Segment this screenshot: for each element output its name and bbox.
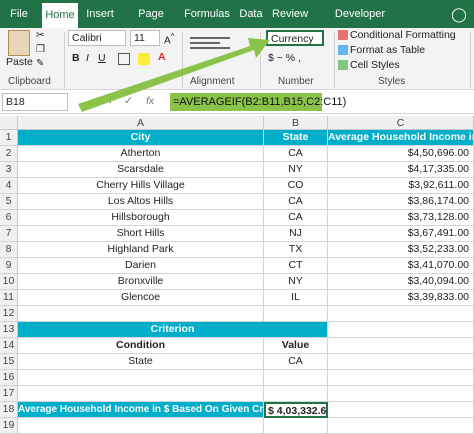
state-cell[interactable]: NY — [264, 162, 328, 178]
empty-cell[interactable] — [328, 386, 474, 402]
row-header[interactable]: 5 — [0, 194, 18, 210]
state-cell[interactable]: CA — [264, 194, 328, 210]
row-header[interactable]: 4 — [0, 178, 18, 194]
income-cell[interactable]: $3,92,611.00 — [328, 178, 474, 194]
column-header-b[interactable]: B — [264, 116, 328, 130]
empty-cell[interactable] — [264, 386, 328, 402]
state-cell[interactable]: CO — [264, 178, 328, 194]
city-cell[interactable]: Bronxville — [18, 274, 264, 290]
empty-cell[interactable] — [18, 418, 264, 434]
row-header[interactable]: 12 — [0, 306, 18, 322]
row-header[interactable]: 13 — [0, 322, 18, 338]
result-label[interactable]: Average Household Income in $ Based On G… — [18, 402, 264, 418]
empty-cell[interactable] — [328, 418, 474, 434]
state-cell[interactable]: CT — [264, 258, 328, 274]
empty-cell[interactable] — [328, 402, 474, 418]
condition-cell[interactable]: State — [18, 354, 264, 370]
city-cell[interactable]: Hillsborough — [18, 210, 264, 226]
empty-cell[interactable] — [264, 306, 328, 322]
row-header[interactable]: 11 — [0, 290, 18, 306]
income-cell[interactable]: $3,67,491.00 — [328, 226, 474, 242]
income-cell[interactable]: $3,39,833.00 — [328, 290, 474, 306]
row-header[interactable]: 7 — [0, 226, 18, 242]
income-cell[interactable]: $3,52,233.00 — [328, 242, 474, 258]
empty-cell[interactable] — [18, 306, 264, 322]
row-header[interactable]: 17 — [0, 386, 18, 402]
row-header[interactable]: 6 — [0, 210, 18, 226]
column-header-c[interactable]: C — [328, 116, 474, 130]
criterion-title[interactable]: Criterion — [18, 322, 328, 338]
city-cell[interactable]: Darien — [18, 258, 264, 274]
city-cell[interactable]: Highland Park — [18, 242, 264, 258]
header-state[interactable]: State — [264, 130, 328, 146]
empty-cell[interactable] — [328, 306, 474, 322]
income-cell[interactable]: $3,41,070.00 — [328, 258, 474, 274]
result-value-cell[interactable]: $ 4,03,332.67 — [264, 402, 328, 418]
criterion-value-cell[interactable]: CA — [264, 354, 328, 370]
city-cell[interactable]: Short Hills — [18, 226, 264, 242]
city-cell[interactable]: Los Altos Hills — [18, 194, 264, 210]
state-cell[interactable]: NY — [264, 274, 328, 290]
income-cell[interactable]: $3,73,128.00 — [328, 210, 474, 226]
income-cell[interactable]: $4,50,696.00 — [328, 146, 474, 162]
row-header[interactable]: 16 — [0, 370, 18, 386]
empty-cell[interactable] — [264, 370, 328, 386]
state-cell[interactable]: CA — [264, 210, 328, 226]
row-header[interactable]: 19 — [0, 418, 18, 434]
state-cell[interactable]: IL — [264, 290, 328, 306]
value-header[interactable]: Value — [264, 338, 328, 354]
row-header[interactable]: 1 — [0, 130, 18, 146]
city-cell[interactable]: Scarsdale — [18, 162, 264, 178]
empty-cell[interactable] — [328, 354, 474, 370]
state-cell[interactable]: CA — [264, 146, 328, 162]
row-header[interactable]: 3 — [0, 162, 18, 178]
header-city[interactable]: City — [18, 130, 264, 146]
row-header[interactable]: 8 — [0, 242, 18, 258]
empty-cell[interactable] — [328, 322, 474, 338]
row-header[interactable]: 9 — [0, 258, 18, 274]
state-cell[interactable]: NJ — [264, 226, 328, 242]
row-header[interactable]: 15 — [0, 354, 18, 370]
state-cell[interactable]: TX — [264, 242, 328, 258]
city-cell[interactable]: Glencoe — [18, 290, 264, 306]
income-cell[interactable]: $3,86,174.00 — [328, 194, 474, 210]
column-header-a[interactable]: A — [18, 116, 264, 130]
row-header[interactable]: 18 — [0, 402, 18, 418]
condition-header[interactable]: Condition — [18, 338, 264, 354]
income-cell[interactable]: $4,17,335.00 — [328, 162, 474, 178]
empty-cell[interactable] — [264, 418, 328, 434]
income-cell[interactable]: $3,40,094.00 — [328, 274, 474, 290]
select-all-corner[interactable] — [0, 116, 18, 130]
row-header[interactable]: 10 — [0, 274, 18, 290]
header-income[interactable]: Average Household Income in $ — [328, 130, 474, 146]
empty-cell[interactable] — [18, 386, 264, 402]
city-cell[interactable]: Atherton — [18, 146, 264, 162]
city-cell[interactable]: Cherry Hills Village — [18, 178, 264, 194]
empty-cell[interactable] — [328, 338, 474, 354]
row-header[interactable]: 14 — [0, 338, 18, 354]
row-header[interactable]: 2 — [0, 146, 18, 162]
empty-cell[interactable] — [328, 370, 474, 386]
empty-cell[interactable] — [18, 370, 264, 386]
